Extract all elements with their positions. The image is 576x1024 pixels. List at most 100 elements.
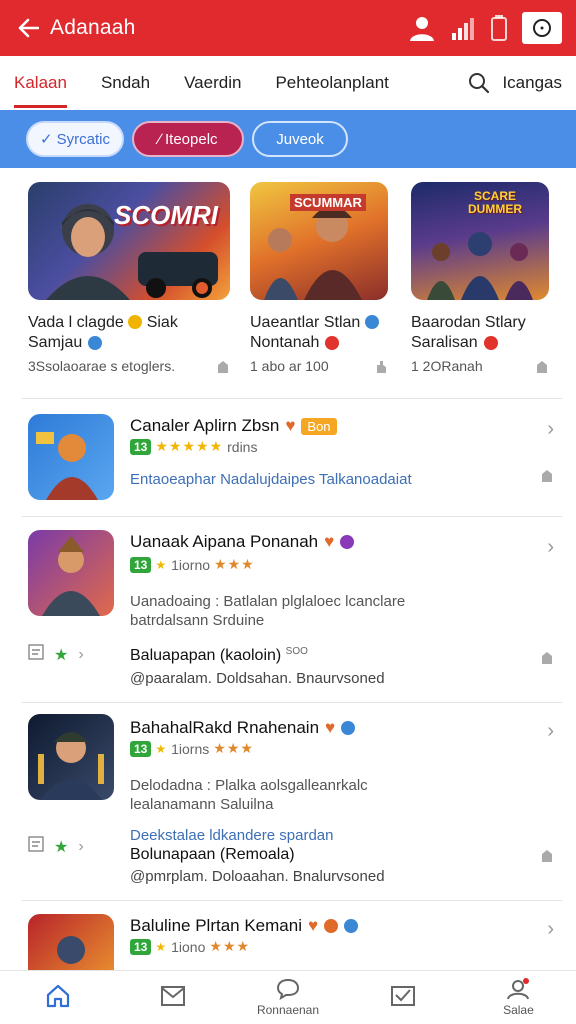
review-actions: ★ › (28, 836, 84, 857)
chip-syrcatic[interactable]: ✓ Syrcatic (26, 121, 124, 157)
featured-meta: 1 abo ar 100 (250, 358, 388, 374)
note-icon[interactable] (28, 836, 44, 857)
star-icon[interactable]: ★ (54, 645, 68, 665)
featured-banner-text: SCUMMAR (290, 194, 366, 211)
featured-sub: Saralisan (411, 333, 549, 353)
tab-pehteolanplant[interactable]: Pehteolanplant (275, 56, 388, 110)
divider (22, 398, 562, 399)
tab-vaerdin[interactable]: Vaerdin (184, 56, 241, 110)
tab-bar: Kalaan Sndah Vaerdin Pehteolanplant Ican… (0, 56, 576, 110)
app-thumbnail (28, 530, 114, 616)
heart-icon: ♥ (324, 532, 335, 551)
mail-icon (160, 986, 185, 1006)
inbox-icon (391, 986, 416, 1006)
featured-meta: 3Ssolaoarae s etoglers. (28, 358, 230, 374)
lock-icon (540, 650, 554, 669)
app-name: Canaler Aplirn Zbsn ♥ Bon (130, 416, 337, 436)
nav-home[interactable] (0, 971, 115, 1024)
featured-carousel: SCOMRI Vada l clagde Siak Samjau 3Ssolao… (0, 182, 576, 392)
lock-icon (535, 359, 549, 373)
bottom-navigation: Ronnaenan Salae (0, 970, 576, 1024)
star-icon: ★ (155, 741, 168, 756)
featured-meta: 1 2ORanah (411, 358, 549, 374)
note-icon[interactable] (28, 644, 44, 665)
featured-image: SCARE DUMMER (411, 182, 549, 300)
app-name: Baluline Plrtan Kemani ♥ (130, 916, 359, 936)
featured-card[interactable]: SCUMMAR Uaeantlar Stlan Nontanah 1 abo a… (250, 182, 388, 374)
rating-row: 13 ★ 1iorns ★★★ (130, 740, 254, 757)
featured-sub: Samjau (28, 333, 230, 353)
chevron-right-icon[interactable]: › (547, 536, 554, 559)
divider (22, 702, 562, 703)
rating-text: 1iorns (171, 740, 210, 757)
app-thumbnail (28, 714, 114, 800)
chip-juveok[interactable]: Juveok (252, 121, 348, 157)
verified-icon (344, 919, 359, 933)
stars-icon: ★★★★★ (155, 438, 224, 454)
verified-icon (88, 336, 103, 350)
age-rating-badge: 13 (130, 556, 152, 573)
nav-profile[interactable]: Salae (461, 971, 576, 1024)
review-actions: ★ › (28, 644, 84, 665)
rating-text: 1iono (171, 938, 206, 955)
age-rating-badge: 13 (130, 740, 152, 757)
pencil-icon: ✓ (40, 131, 53, 148)
purple-badge-icon (340, 535, 355, 549)
review-link[interactable]: Deekstalae ldkandere spardan (130, 826, 333, 846)
nav-inbox[interactable] (346, 971, 461, 1024)
back-arrow-icon (18, 18, 39, 38)
app-list-item[interactable]: Canaler Aplirn Zbsn ♥ Bon 13 ★★★★★ rdins Ent… (0, 400, 576, 516)
chip-label: Iteopelc (164, 130, 218, 148)
stars-icon: ★★★ (213, 740, 254, 756)
review-title: Baluapapan (kaoloin) SOO (130, 646, 308, 664)
star-icon: ★ (155, 557, 168, 572)
chevron-right-icon[interactable]: › (547, 418, 554, 441)
tab-search-label: Icangas (502, 73, 562, 92)
app-name: BahahalRakd Rnahenain ♥ (130, 718, 356, 738)
chevron-right-icon[interactable]: › (547, 918, 554, 941)
featured-name: Vada l clagde Siak (28, 314, 178, 331)
chip-label: Juveok (276, 130, 324, 148)
home-icon (46, 984, 69, 1008)
tab-sndah[interactable]: Sndah (101, 56, 150, 110)
red-badge-icon (483, 336, 498, 350)
review-title: Bolunapaan (Remoala) (130, 846, 295, 863)
app-name: Uanaak Aipana Ponanah ♥ (130, 532, 355, 552)
chevron-right-small-icon[interactable]: › (78, 646, 83, 664)
featured-card[interactable]: SCARE DUMMER Baarodan Stlary Saralisan 1… (411, 182, 549, 374)
app-list-item[interactable]: Baluline Plrtan Kemani ♥ 13 ★ 1iono ★★★ › (0, 902, 576, 970)
chevron-right-small-icon[interactable]: › (78, 838, 83, 856)
age-rating-badge: 13 (130, 438, 152, 455)
review-subtitle: @pmrplam. Doloaahan. Bnalurvsoned (130, 868, 385, 885)
chat-icon (276, 978, 300, 1000)
chip-iteopelc[interactable]: ∕ Iteopelc (132, 121, 244, 157)
nav-mail[interactable] (115, 971, 230, 1024)
search-icon (469, 73, 490, 94)
red-badge-icon (325, 336, 340, 350)
back-button[interactable] (14, 14, 42, 42)
rating-row: 13 ★ 1iono ★★★ (130, 938, 250, 955)
pencil-icon: ∕ (158, 130, 161, 148)
app-list-item[interactable]: Uanaak Aipana Ponanah ♥ 13 ★ 1iorno ★★★ Uana… (0, 518, 576, 702)
app-header: Adanaah (0, 0, 576, 56)
filter-chip-bar: ✓ Syrcatic ∕ Iteopelc Juveok (0, 110, 576, 168)
rating-text: rdins (227, 438, 258, 455)
tab-search[interactable]: Icangas (468, 72, 562, 94)
chevron-right-icon[interactable]: › (547, 720, 554, 743)
star-icon[interactable]: ★ (54, 837, 68, 857)
heart-icon: ♥ (325, 718, 336, 737)
featured-banner-text: SCARE DUMMER (468, 189, 522, 216)
app-list-item[interactable]: BahahalRakd Rnahenain ♥ 13 ★ 1iorns ★★★ Delo… (0, 704, 576, 900)
lock-icon (216, 359, 230, 373)
age-rating-badge: 13 (130, 938, 152, 955)
app-thumbnail (28, 914, 114, 970)
nav-chat[interactable]: Ronnaenan (230, 971, 345, 1024)
featured-card[interactable]: SCOMRI Vada l clagde Siak Samjau 3Ssolao… (28, 182, 230, 374)
user-icon[interactable] (408, 14, 436, 42)
featured-image: SCUMMAR (250, 182, 388, 300)
rating-text: 1iorno (171, 556, 211, 573)
tab-kalaan[interactable]: Kalaan (14, 56, 67, 110)
page-title: Adanaah (50, 16, 136, 39)
app-thumbnail (28, 414, 114, 500)
camera-button[interactable] (522, 12, 562, 44)
